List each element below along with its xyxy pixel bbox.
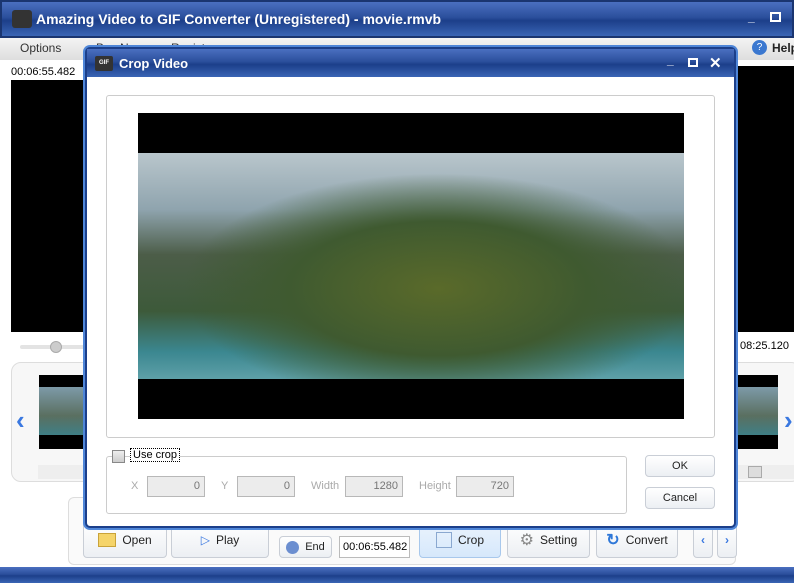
crop-group: Use crop X 0 Y 0 Width 1280 Height 720 (106, 448, 627, 514)
play-icon: ▷ (200, 533, 210, 547)
menu-help[interactable]: Help (772, 41, 794, 55)
x-input[interactable]: 0 (147, 476, 205, 497)
help-icon[interactable]: ? (752, 40, 767, 55)
width-label: Width (311, 480, 340, 492)
video-frame[interactable] (138, 113, 684, 419)
y-input[interactable]: 0 (237, 476, 295, 497)
start-time: 00:06:55.482 (11, 66, 76, 78)
dialog-maximize-icon[interactable] (688, 58, 698, 67)
dialog-title-bar: GIF Crop Video _ ✕ (87, 49, 734, 77)
menu-options[interactable]: Options (20, 41, 61, 55)
video-image (138, 153, 684, 379)
folder-icon (98, 533, 117, 547)
y-label: Y (221, 480, 229, 492)
end-time-input[interactable]: 00:06:55.482 (339, 536, 410, 558)
crop-icon (435, 532, 452, 548)
dialog-minimize-icon[interactable]: _ (667, 53, 674, 67)
gif-icon: GIF (95, 56, 113, 71)
convert-icon: ↻ (606, 532, 620, 549)
maximize-icon[interactable] (770, 12, 781, 22)
dialog-title: Crop Video (119, 56, 189, 71)
thumbnail[interactable] (736, 375, 778, 449)
x-label: X (131, 480, 139, 492)
app-icon (12, 10, 32, 28)
dialog-close-icon[interactable]: ✕ (709, 54, 722, 72)
end-time: 08:25.120 (740, 340, 789, 352)
next-thumb-icon[interactable]: › (784, 405, 793, 436)
crop-video-dialog: GIF Crop Video _ ✕ Use crop X 0 Y 0 Widt… (85, 47, 736, 528)
width-input[interactable]: 1280 (345, 476, 403, 497)
use-crop-label[interactable]: Use crop (130, 448, 181, 462)
main-title-bar: Amazing Video to GIF Converter (Unregist… (0, 0, 794, 38)
left-preview (11, 80, 87, 332)
height-input[interactable]: 720 (456, 476, 514, 497)
use-crop-checkbox[interactable] (112, 450, 125, 463)
gear-icon: ⚙ (519, 532, 534, 549)
video-panel (106, 95, 715, 438)
thumbnail[interactable] (39, 375, 89, 449)
end-button[interactable]: End (279, 536, 332, 558)
cancel-button[interactable]: Cancel (645, 487, 715, 509)
ok-button[interactable]: OK (645, 455, 715, 477)
prev-thumb-icon[interactable]: ‹ (16, 405, 25, 436)
main-title: Amazing Video to GIF Converter (Unregist… (36, 11, 442, 27)
scroll-thumb[interactable] (748, 466, 762, 478)
clock-icon (286, 540, 300, 554)
seek-thumb[interactable] (50, 341, 62, 353)
height-label: Height (419, 480, 451, 492)
minimize-icon[interactable]: _ (748, 10, 755, 24)
right-preview (735, 66, 794, 332)
bottom-window-strip (0, 567, 794, 583)
